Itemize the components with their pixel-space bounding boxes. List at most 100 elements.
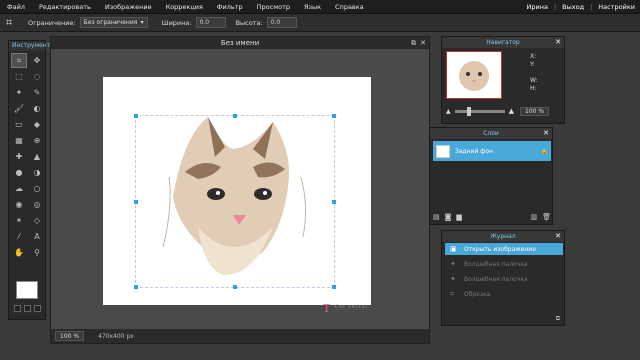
navigator-coords: X: Y: W: H: <box>530 53 538 93</box>
zoom-icon[interactable]: ⚲ <box>29 245 45 260</box>
zoom-out-icon[interactable]: ▲ <box>446 108 451 115</box>
height-input[interactable]: 0.0 <box>266 17 297 28</box>
swap-colors-icon[interactable] <box>24 305 31 312</box>
close-icon[interactable]: ✕ <box>543 128 549 139</box>
navigator-zoom-field[interactable]: 100 % <box>520 106 550 116</box>
history-item-label: Обрезка <box>464 290 491 298</box>
liquify-icon[interactable]: ✶ <box>11 213 27 228</box>
open-image-icon: ▣ <box>450 245 457 253</box>
crop-handle[interactable] <box>332 114 336 118</box>
layer-name: Задний фон <box>455 147 494 155</box>
new-layer-icon[interactable]: ▥ <box>530 213 537 221</box>
menu-language[interactable]: Язык <box>297 3 328 11</box>
history-item[interactable]: ▣ Открыть изображение <box>445 243 563 255</box>
menu-filter[interactable]: Фильтр <box>210 3 250 11</box>
sharpen-icon[interactable]: ◇ <box>29 213 45 228</box>
crop-selection[interactable] <box>134 114 336 289</box>
brush-icon[interactable]: 🖌 <box>11 101 27 116</box>
bucket-icon[interactable]: ◆ <box>29 117 45 132</box>
w-label: W: <box>530 77 538 84</box>
pencil-icon[interactable]: ✎ <box>29 85 45 100</box>
document-zoom-field[interactable]: 100 % <box>55 331 85 341</box>
navigator-panel: Навигатор ✕ X: Y: W: H: ▲ ▲ 100 % <box>441 36 565 124</box>
foreground-color-swatch[interactable] <box>16 281 38 299</box>
watermark-text: Cat vector <box>335 305 369 310</box>
constraint-select[interactable]: Без ограничения ▾ <box>79 17 148 28</box>
h-label: H: <box>530 85 537 92</box>
picker-icon[interactable]: ⁄ <box>11 229 27 244</box>
maximize-icon[interactable]: ⧉ <box>411 37 416 49</box>
hand-icon[interactable]: ✋ <box>11 245 27 260</box>
move-icon[interactable]: ✥ <box>29 53 45 68</box>
crop-handle[interactable] <box>233 114 237 118</box>
wand-icon[interactable]: ✦ <box>11 85 27 100</box>
menu-image[interactable]: Изображение <box>98 3 159 11</box>
menu-file[interactable]: Файл <box>0 3 32 11</box>
layer-folder-icon[interactable]: ▆ <box>456 213 461 221</box>
sponge-icon[interactable]: ● <box>11 165 27 180</box>
crop-icon: ⌗ <box>450 289 454 298</box>
width-label: Ширина: <box>161 18 192 27</box>
reset-colors-icon[interactable] <box>34 305 41 312</box>
menu-view[interactable]: Просмотр <box>250 3 297 11</box>
zoom-in-icon[interactable]: ▲ <box>509 107 514 115</box>
constraint-label: Ограничение: <box>28 18 76 27</box>
red-eye-icon[interactable]: ◎ <box>29 197 45 212</box>
logout-link[interactable]: Выход <box>557 3 589 11</box>
navigator-title-text: Навигатор <box>486 39 520 46</box>
menu-adjustments[interactable]: Коррекция <box>159 3 210 11</box>
menu-bar: Файл Редактировать Изображение Коррекция… <box>0 0 640 14</box>
zoom-slider[interactable] <box>454 106 505 116</box>
resize-icon[interactable]: ⧉ <box>556 315 560 323</box>
gradient-icon[interactable]: ▦ <box>11 133 27 148</box>
trash-icon[interactable]: 🗑 <box>542 213 551 221</box>
swatch-row <box>14 305 41 312</box>
crop-icon[interactable]: ⌗ <box>11 53 27 68</box>
history-item[interactable]: ✦ Волшебная палочка <box>445 273 563 285</box>
tool-grid: ⌗ ✥ ⬚ ◌ ✦ ✎ 🖌 ◐ ▭ ◆ ▦ ⊕ ✚ ▲ ● ◑ ☁ ○ ◉ ◎ … <box>9 51 45 262</box>
toolbox-panel: Инструмент ⌗ ✥ ⬚ ◌ ✦ ✎ 🖌 ◐ ▭ ◆ ▦ ⊕ ✚ ▲ ●… <box>8 40 50 320</box>
close-icon[interactable]: ✕ <box>555 37 561 48</box>
marquee-icon[interactable]: ⬚ <box>11 69 27 84</box>
layer-toolbar: ▤ ◙ ▆ ▥ 🗑 <box>433 212 551 222</box>
dodge-icon[interactable]: ○ <box>29 181 45 196</box>
eraser-icon[interactable]: ▭ <box>11 117 27 132</box>
background-color-swatch[interactable] <box>14 305 21 312</box>
zoom-slider-knob[interactable] <box>466 106 471 116</box>
history-item[interactable]: ✦ Волшебная палочка <box>445 258 563 270</box>
document-zoom-unit: % <box>73 333 80 340</box>
layer-mask-icon[interactable]: ◙ <box>445 213 452 221</box>
crop-handle[interactable] <box>134 285 138 289</box>
crop-handle[interactable] <box>134 114 138 118</box>
color-replace-icon[interactable]: ◐ <box>29 101 45 116</box>
close-icon[interactable]: ✕ <box>420 37 426 49</box>
menu-edit[interactable]: Редактировать <box>32 3 98 11</box>
burn-icon[interactable]: ◉ <box>11 197 27 212</box>
crop-handle[interactable] <box>134 200 138 204</box>
blur-icon[interactable]: ◑ <box>29 165 45 180</box>
close-icon[interactable]: ✕ <box>555 231 561 242</box>
clone-icon[interactable]: ⊕ <box>29 133 45 148</box>
shape-icon[interactable]: ▲ <box>29 149 45 164</box>
lasso-icon[interactable]: ◌ <box>29 69 45 84</box>
canvas-area[interactable]: T Cat vector <box>51 49 429 331</box>
document-window: Без имени ⧉ ✕ T Cat vector 100 % 470x400… <box>50 36 430 344</box>
lock-icon[interactable]: 🔒 <box>541 148 548 155</box>
settings-link[interactable]: Настройки <box>593 3 640 11</box>
menu-help[interactable]: Справка <box>328 3 371 11</box>
crop-handle[interactable] <box>233 285 237 289</box>
text-icon[interactable]: A <box>29 229 45 244</box>
width-input[interactable]: 0.0 <box>195 17 226 28</box>
smudge-icon[interactable]: ☁ <box>11 181 27 196</box>
heal-icon[interactable]: ✚ <box>11 149 27 164</box>
crop-handle[interactable] <box>332 200 336 204</box>
user-name-link[interactable]: Ирина <box>522 3 553 11</box>
layer-item[interactable]: Задний фон 🔒 <box>433 141 551 161</box>
navigator-thumbnail[interactable] <box>446 51 502 99</box>
crop-tool-icon: ⌗ <box>6 15 13 29</box>
history-item[interactable]: ⌗ Обрезка <box>445 288 563 300</box>
layer-properties-icon[interactable]: ▤ <box>433 213 440 221</box>
document-titlebar[interactable]: Без имени ⧉ ✕ <box>51 37 429 49</box>
crop-handle[interactable] <box>332 285 336 289</box>
options-bar: ⌗ Ограничение: Без ограничения ▾ Ширина:… <box>0 14 640 32</box>
